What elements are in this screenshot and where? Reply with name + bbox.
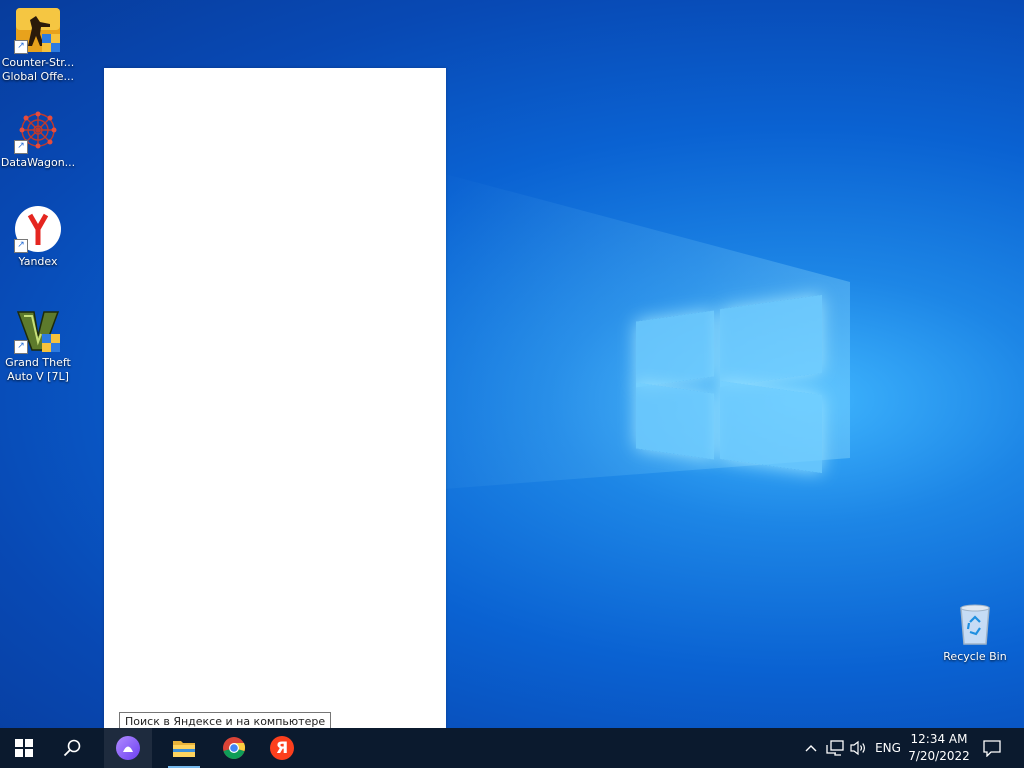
speaker-icon (850, 740, 865, 756)
datawagon-icon: ↗ (14, 106, 62, 154)
notification-icon (983, 740, 1001, 757)
chevron-up-icon (805, 745, 817, 752)
desktop[interactable]: ↗ Counter-Str... Global Offe... ↗ DataWa… (0, 0, 1024, 728)
desktop-icon-yandex[interactable]: ↗ Yandex (0, 205, 76, 269)
clock[interactable]: 12:34 AM 7/20/2022 (904, 731, 974, 765)
windows-logo-wallpaper (636, 290, 824, 480)
desktop-icon-label: Counter-Str... Global Offe... (1, 56, 75, 83)
file-explorer-button[interactable] (160, 728, 208, 768)
clock-time: 12:34 AM (910, 732, 968, 746)
desktop-icon-label: DataWagon... (0, 156, 76, 169)
desktop-icon-label: Yandex (18, 255, 58, 268)
windows-start-icon (15, 739, 33, 757)
search-button[interactable] (48, 728, 96, 768)
notifications-button[interactable] (978, 728, 1006, 768)
yandex-alice-icon (116, 736, 140, 760)
yandex-browser-icon: ↗ (14, 205, 62, 253)
search-icon (63, 739, 81, 757)
desktop-icon-recycle-bin[interactable]: Recycle Bin (937, 600, 1013, 664)
desktop-icon-gta-v[interactable]: ↗ Grand Theft Auto V [7L] (0, 306, 76, 384)
counter-strike-icon: ↗ (14, 6, 62, 54)
yandex-icon: Я (270, 736, 294, 760)
folder-icon (173, 741, 195, 757)
desktop-icon-label: Recycle Bin (943, 650, 1007, 663)
alice-search-panel[interactable] (104, 68, 446, 728)
desktop-icon-label: Grand Theft Auto V [7L] (5, 356, 71, 383)
language-indicator[interactable]: ENG (872, 728, 904, 768)
volume-button[interactable] (848, 728, 870, 768)
network-icon (826, 740, 844, 756)
show-hidden-icons-button[interactable] (800, 728, 822, 768)
recycle-bin-icon (951, 600, 999, 648)
chrome-icon (223, 737, 246, 759)
gta-v-icon: ↗ (14, 306, 62, 354)
taskbar: Я ENG 12:34 AM 7/20/2022 (0, 728, 1024, 768)
alice-button[interactable] (104, 728, 152, 768)
clock-date: 7/20/2022 (908, 749, 970, 763)
chrome-button[interactable] (210, 728, 258, 768)
start-button[interactable] (0, 728, 48, 768)
network-button[interactable] (824, 728, 846, 768)
yandex-button[interactable]: Я (258, 728, 306, 768)
desktop-icon-counter-strike[interactable]: ↗ Counter-Str... Global Offe... (0, 6, 76, 84)
desktop-icon-datawagon[interactable]: ↗ DataWagon... (0, 106, 76, 170)
